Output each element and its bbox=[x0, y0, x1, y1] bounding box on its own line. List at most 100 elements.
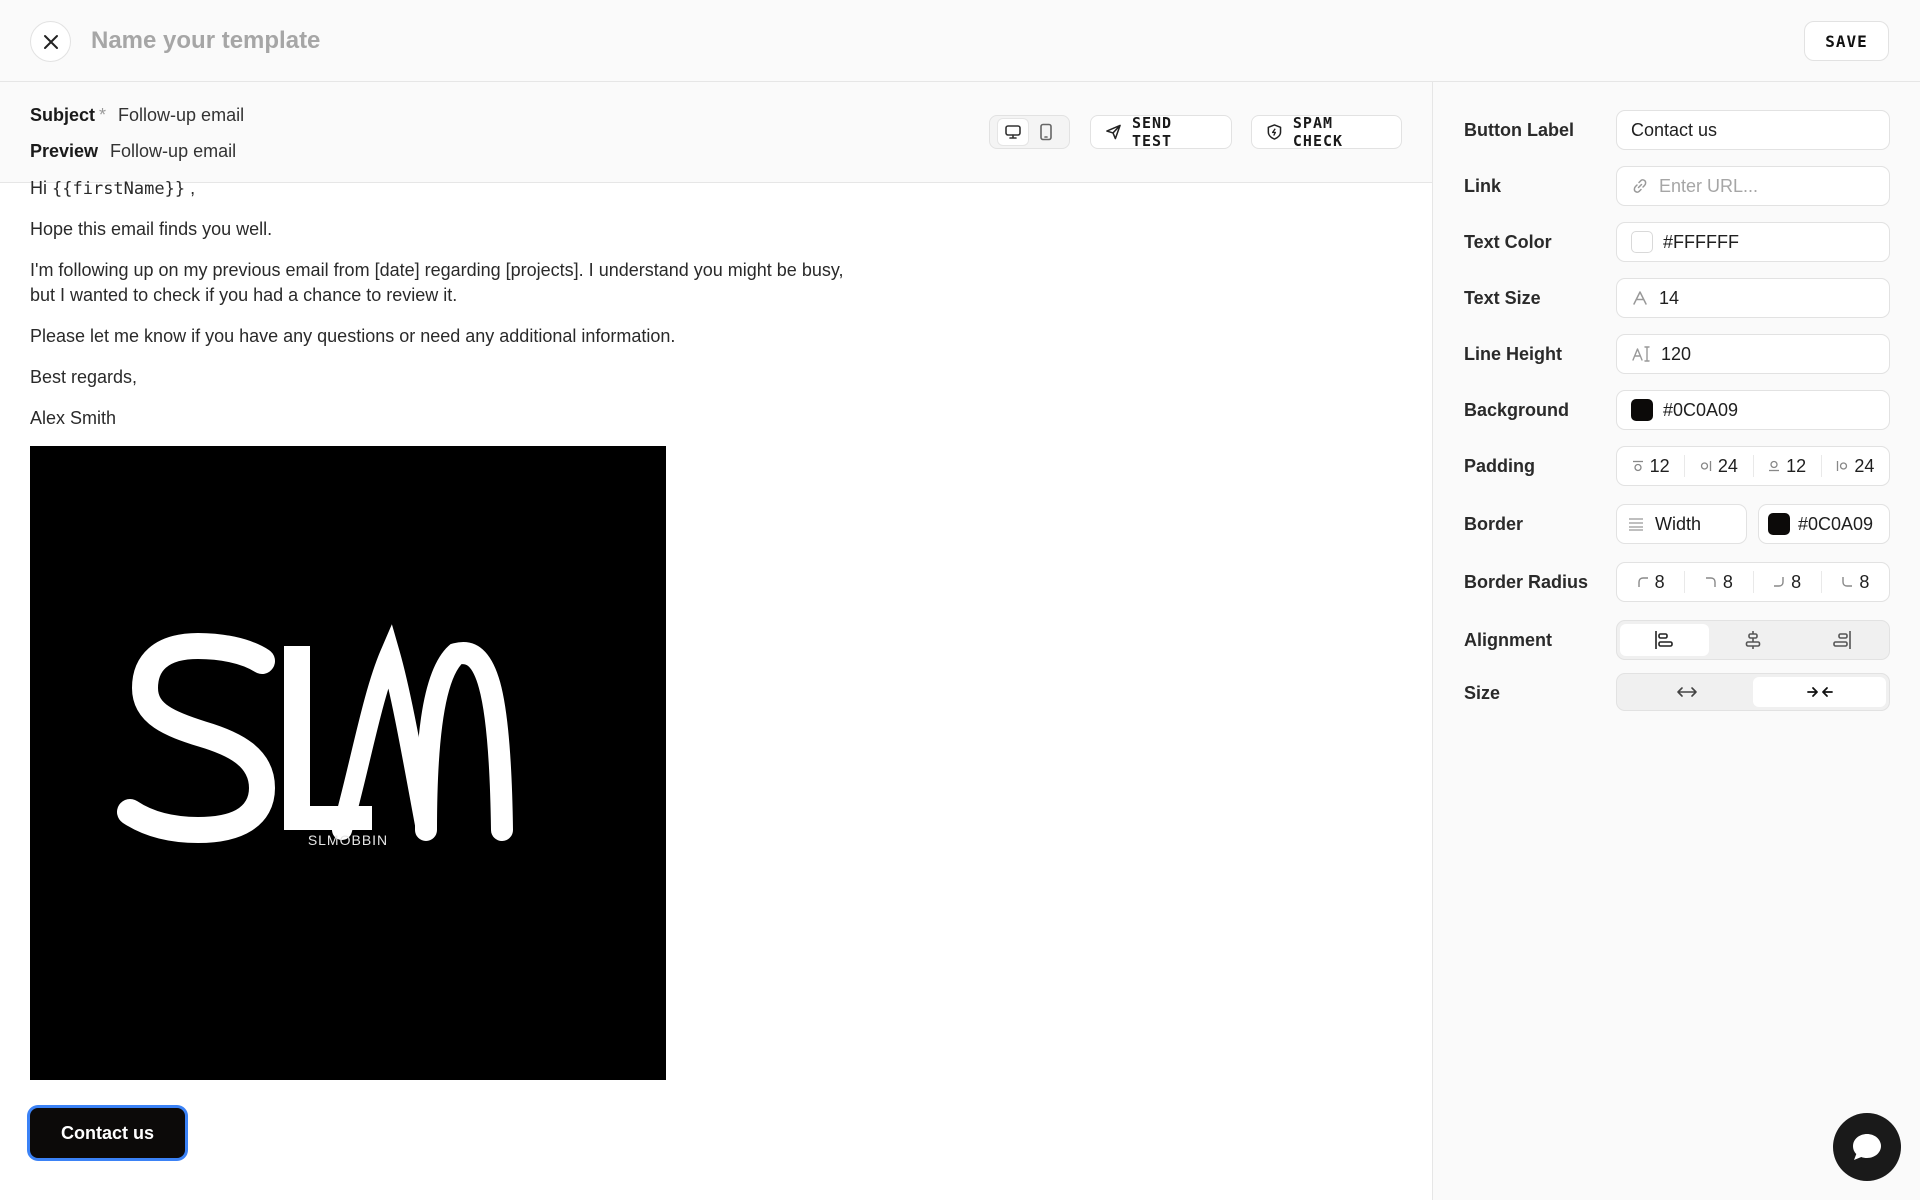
padding-left-value: 24 bbox=[1854, 455, 1875, 476]
padding-inputs: 12 24 12 24 bbox=[1616, 446, 1890, 486]
text-color-label: Text Color bbox=[1464, 232, 1552, 252]
radius-bottom-right-input[interactable]: 8 bbox=[1754, 571, 1822, 593]
padding-right-input[interactable]: 24 bbox=[1685, 455, 1754, 477]
button-label-row: Button Label Contact us bbox=[1464, 110, 1890, 150]
size-label: Size bbox=[1464, 683, 1501, 703]
logo-caption: SLMOBBIN bbox=[307, 832, 389, 848]
padding-left-icon bbox=[1837, 461, 1848, 471]
corner-top-right-icon bbox=[1705, 577, 1716, 587]
desktop-icon bbox=[1004, 125, 1021, 139]
border-radius-row: Border Radius 8 8 8 8 bbox=[1464, 562, 1890, 602]
text-color-swatch[interactable] bbox=[1631, 231, 1653, 253]
button-label-label: Button Label bbox=[1464, 120, 1574, 140]
link-placeholder: Enter URL... bbox=[1659, 175, 1759, 196]
body-paragraph-1: Hope this email finds you well. bbox=[30, 219, 273, 239]
line-height-icon bbox=[1632, 346, 1650, 362]
radius-bottom-left-input[interactable]: 8 bbox=[1822, 571, 1889, 593]
radius-top-left-input[interactable]: 8 bbox=[1617, 571, 1686, 593]
send-test-button[interactable]: SEND TEST bbox=[1090, 114, 1232, 150]
device-toggle bbox=[989, 115, 1070, 149]
background-swatch[interactable] bbox=[1631, 399, 1653, 421]
background-input[interactable]: #0C0A09 bbox=[1616, 390, 1890, 430]
radius-bottom-left-value: 8 bbox=[1859, 571, 1870, 592]
button-properties-panel: Button Label Contact us Link Enter URL..… bbox=[1433, 82, 1920, 1200]
corner-bottom-right-icon bbox=[1774, 577, 1784, 587]
text-size-input[interactable]: 14 bbox=[1616, 278, 1890, 318]
align-left-button[interactable] bbox=[1620, 624, 1709, 656]
body-paragraph-3: Please let me know if you have any quest… bbox=[30, 326, 676, 346]
template-name-input[interactable]: Name your template bbox=[91, 22, 320, 60]
corner-bottom-left-icon bbox=[1842, 577, 1853, 587]
preview-input[interactable]: Follow-up email bbox=[110, 141, 236, 161]
line-height-input[interactable]: 120 bbox=[1616, 334, 1890, 374]
alignment-row: Alignment bbox=[1464, 620, 1890, 660]
padding-bottom-icon bbox=[1769, 460, 1780, 472]
spam-check-label: SPAM CHECK bbox=[1292, 114, 1344, 150]
chat-support-button[interactable] bbox=[1833, 1113, 1901, 1181]
link-input[interactable]: Enter URL... bbox=[1616, 166, 1890, 206]
greeting-prefix: Hi bbox=[30, 178, 47, 198]
spam-check-button[interactable]: SPAM CHECK bbox=[1251, 114, 1402, 150]
body-paragraph-4: Best regards, bbox=[30, 367, 138, 387]
shrink-icon bbox=[1806, 687, 1833, 697]
line-height-row: Line Height 120 bbox=[1464, 334, 1890, 374]
button-label-input[interactable]: Contact us bbox=[1616, 110, 1890, 150]
text-size-row: Text Size 14 bbox=[1464, 278, 1890, 318]
chat-icon bbox=[1853, 1134, 1881, 1160]
border-label: Border bbox=[1464, 514, 1524, 534]
align-center-icon bbox=[1745, 631, 1761, 649]
text-color-input[interactable]: #FFFFFF bbox=[1616, 222, 1890, 262]
border-width-icon bbox=[1629, 518, 1643, 531]
mobile-view-button[interactable] bbox=[1031, 119, 1061, 145]
padding-right-value: 24 bbox=[1717, 455, 1738, 476]
email-meta-bar: Subject * Follow-up email Preview Follow-up… bbox=[0, 82, 1432, 183]
first-name-variable[interactable]: {{firstName}} bbox=[52, 179, 185, 199]
save-button[interactable]: SAVE bbox=[1804, 21, 1889, 61]
padding-bottom-input[interactable]: 12 bbox=[1754, 455, 1822, 477]
border-width-input[interactable]: Width bbox=[1616, 504, 1747, 544]
link-row: Link Enter URL... bbox=[1464, 166, 1890, 206]
send-test-label: SEND TEST bbox=[1131, 114, 1173, 150]
top-bar: Name your template SAVE bbox=[0, 0, 1920, 82]
padding-left-input[interactable]: 24 bbox=[1822, 455, 1889, 477]
greeting-suffix: , bbox=[190, 178, 196, 198]
size-selector bbox=[1616, 673, 1890, 711]
desktop-view-button[interactable] bbox=[997, 119, 1028, 145]
border-radius-label: Border Radius bbox=[1464, 572, 1589, 592]
padding-bottom-value: 12 bbox=[1786, 455, 1807, 476]
border-width-placeholder: Width bbox=[1655, 513, 1702, 534]
mobile-icon bbox=[1040, 123, 1053, 141]
shield-icon bbox=[1267, 124, 1282, 140]
expand-icon bbox=[1676, 687, 1697, 697]
alignment-label: Alignment bbox=[1464, 630, 1552, 650]
background-row: Background #0C0A09 bbox=[1464, 390, 1890, 430]
email-image[interactable]: SLMOBBIN bbox=[30, 446, 666, 1080]
border-color-value: #0C0A09 bbox=[1798, 513, 1874, 534]
close-icon bbox=[43, 34, 58, 49]
radius-top-right-input[interactable]: 8 bbox=[1685, 571, 1754, 593]
size-row: Size bbox=[1464, 673, 1890, 713]
subject-row: Subject * Follow-up email bbox=[30, 102, 244, 128]
background-value: #0C0A09 bbox=[1663, 399, 1739, 420]
link-label: Link bbox=[1464, 176, 1502, 196]
border-radius-inputs: 8 8 8 8 bbox=[1616, 562, 1890, 602]
preview-label: Preview bbox=[30, 141, 99, 161]
border-color-swatch[interactable] bbox=[1768, 513, 1790, 535]
close-button[interactable] bbox=[30, 21, 71, 62]
size-full-width-button[interactable] bbox=[1620, 677, 1753, 707]
align-left-icon bbox=[1655, 631, 1674, 649]
text-color-row: Text Color #FFFFFF bbox=[1464, 222, 1890, 262]
border-color-input[interactable]: #0C0A09 bbox=[1758, 504, 1890, 544]
align-right-button[interactable] bbox=[1797, 624, 1886, 656]
padding-right-icon bbox=[1700, 461, 1712, 471]
text-color-value: #FFFFFF bbox=[1663, 231, 1739, 252]
align-center-button[interactable] bbox=[1709, 624, 1798, 656]
background-label: Background bbox=[1464, 400, 1570, 420]
contact-us-button[interactable]: Contact us bbox=[30, 1108, 185, 1158]
padding-top-input[interactable]: 12 bbox=[1617, 455, 1686, 477]
subject-label: Subject bbox=[30, 105, 96, 125]
padding-row: Padding 12 24 12 24 bbox=[1464, 446, 1890, 486]
button-label-value: Contact us bbox=[1631, 119, 1718, 140]
subject-input[interactable]: Follow-up email bbox=[118, 105, 244, 125]
size-fit-button[interactable] bbox=[1753, 677, 1886, 707]
